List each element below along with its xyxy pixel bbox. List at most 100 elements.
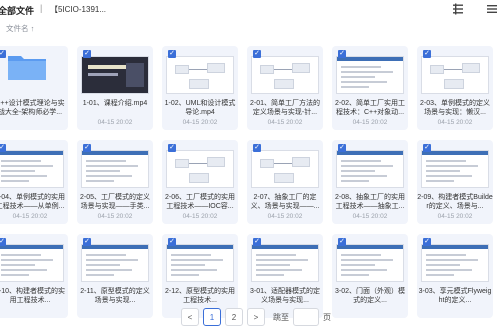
sort-arrow-icon: ↑ (30, 24, 35, 33)
grid-view-icon[interactable] (452, 3, 464, 15)
breadcrumb-root[interactable]: 全部文件 (0, 4, 34, 17)
jump-label: 跳至 (273, 312, 289, 322)
file-name[interactable]: 2-12、原型模式的实用工程技术... (162, 287, 238, 305)
video-thumbnail (336, 150, 404, 188)
file-card[interactable]: ✓ 2-06、工厂模式的实用工程技术——IOC容... 04-15 20:02 (162, 140, 238, 224)
file-card[interactable]: ✓ 3-02、门面（外观）模式的定义... (332, 234, 408, 318)
page-unit-label: 页 (323, 312, 331, 322)
file-card[interactable]: ✓ 2-08、抽象工厂的实用工程技术——抽象工... 04-15 20:02 (332, 140, 408, 224)
file-card[interactable]: ✓ 2-03、单例模式的定义场景与实现：懒汉... 04-15 20:02 (417, 46, 493, 130)
file-date: 04-15 20:02 (267, 119, 303, 126)
file-name[interactable]: 3-03、享元模式Flyweight的定义... (417, 287, 493, 305)
checkbox-icon[interactable]: ✓ (0, 50, 6, 58)
file-card[interactable]: ✓ 2-11、原型模式的定义场景与实现... (77, 234, 153, 318)
checkbox-icon[interactable]: ✓ (253, 50, 261, 58)
breadcrumb-separator: | (40, 3, 43, 13)
file-name[interactable]: 2-09、构建者模式Builder的定义、场景与... (417, 193, 493, 211)
file-name[interactable]: 2-06、工厂模式的实用工程技术——IOC容... (162, 193, 238, 211)
file-date: 04-15 20:02 (182, 119, 218, 126)
file-card[interactable]: ✓ 1-02、UML和设计模式导论.mp4 04-15 20:02 (162, 46, 238, 130)
checkbox-icon[interactable]: ✓ (253, 238, 261, 246)
file-name[interactable]: 1-01、课程介绍.mp4 (77, 99, 153, 117)
file-name[interactable]: 2-02、简单工厂实用工程技术：C++对象动... (332, 99, 408, 117)
file-date: 04-15 20:02 (352, 213, 388, 220)
prev-page-button[interactable]: < (181, 308, 199, 326)
file-name[interactable]: 2-01、简单工厂方法的定义场景与实现-针... (247, 99, 323, 117)
file-name[interactable]: 2-08、抽象工厂的实用工程技术——抽象工... (332, 193, 408, 211)
video-thumbnail (166, 244, 234, 282)
video-thumbnail (336, 244, 404, 282)
file-name[interactable]: 3-02、门面（外观）模式的定义... (332, 287, 408, 305)
checkbox-icon[interactable]: ✓ (423, 238, 431, 246)
video-thumbnail (421, 56, 489, 94)
file-card[interactable]: ✓ 2-04、单例模式的实用工程技术——从单例... 04-15 20:02 (0, 140, 68, 224)
file-name[interactable]: 3-01、适配器模式的定义场景与实现... (247, 287, 323, 305)
file-card[interactable]: ✓ 2-07、抽象工厂的定义、场景与实现——... 04-15 20:02 (247, 140, 323, 224)
file-date: 04-15 20:02 (97, 119, 133, 126)
file-card[interactable]: ✓ 2-10、构建者模式的实用工程技术... (0, 234, 68, 318)
file-name[interactable]: 1-02、UML和设计模式导论.mp4 (162, 99, 238, 117)
video-thumbnail (166, 56, 234, 94)
file-date: 04-15 20:02 (182, 213, 218, 220)
pagination: < 1 2 > 跳至 页 (181, 308, 331, 326)
page-button-2[interactable]: 2 (225, 308, 243, 326)
video-thumbnail (81, 56, 149, 94)
checkbox-icon[interactable]: ✓ (168, 50, 176, 58)
file-name[interactable]: 2-03、单例模式的定义场景与实现：懒汉... (417, 99, 493, 117)
checkbox-icon[interactable]: ✓ (338, 50, 346, 58)
checkbox-icon[interactable]: ✓ (253, 144, 261, 152)
checkbox-icon[interactable]: ✓ (423, 50, 431, 58)
video-thumbnail (251, 244, 319, 282)
checkbox-icon[interactable]: ✓ (168, 238, 176, 246)
file-card[interactable]: ✓ 1-01、课程介绍.mp4 04-15 20:02 (77, 46, 153, 130)
sort-label: 文件名 (6, 24, 29, 33)
checkbox-icon[interactable]: ✓ (0, 238, 6, 246)
checkbox-icon[interactable]: ✓ (338, 238, 346, 246)
more-icon[interactable] (486, 3, 498, 15)
checkbox-icon[interactable]: ✓ (83, 238, 91, 246)
file-card[interactable]: ✓ 2-09、构建者模式Builder的定义、场景与... 04-15 20:02 (417, 140, 493, 224)
video-thumbnail (166, 150, 234, 188)
checkbox-icon[interactable]: ✓ (0, 144, 6, 152)
video-thumbnail (251, 150, 319, 188)
file-card[interactable]: ✓ 2-01、简单工厂方法的定义场景与实现-针... 04-15 20:02 (247, 46, 323, 130)
video-thumbnail (421, 244, 489, 282)
file-date: 04-15 20:02 (97, 213, 133, 220)
checkbox-icon[interactable]: ✓ (168, 144, 176, 152)
folder-icon (8, 56, 46, 80)
file-date: 04-15 20:02 (12, 213, 48, 220)
sort-control[interactable]: 文件名 ↑ (6, 23, 34, 34)
checkbox-icon[interactable]: ✓ (338, 144, 346, 152)
video-thumbnail (336, 56, 404, 94)
file-date: 04-15 20:02 (437, 213, 473, 220)
checkbox-icon[interactable]: ✓ (83, 144, 91, 152)
file-card[interactable]: ✓ 3-01、适配器模式的定义场景与实现... (247, 234, 323, 318)
checkbox-icon[interactable]: ✓ (83, 50, 91, 58)
file-date: 04-15 20:02 (267, 213, 303, 220)
file-card[interactable]: ✓ 3-03、享元模式Flyweight的定义... (417, 234, 493, 318)
file-card[interactable]: ✓ C++设计模式理论与实战大全-架构师必学... (0, 46, 68, 130)
file-date: 04-15 20:02 (352, 119, 388, 126)
checkbox-icon[interactable]: ✓ (423, 144, 431, 152)
video-thumbnail (81, 150, 149, 188)
next-page-button[interactable]: > (247, 308, 265, 326)
breadcrumb-current[interactable]: 【5ICIO-1391... (50, 4, 106, 15)
file-name[interactable]: 2-04、单例模式的实用工程技术——从单例... (0, 193, 68, 211)
jump-page-input[interactable] (293, 308, 319, 326)
file-name[interactable]: 2-10、构建者模式的实用工程技术... (0, 287, 68, 305)
file-name[interactable]: C++设计模式理论与实战大全-架构师必学... (0, 99, 68, 117)
file-name[interactable]: 2-07、抽象工厂的定义、场景与实现——... (247, 193, 323, 211)
video-thumbnail (421, 150, 489, 188)
video-thumbnail (0, 150, 64, 188)
page-button-1[interactable]: 1 (203, 308, 221, 326)
video-thumbnail (0, 244, 64, 282)
video-thumbnail (81, 244, 149, 282)
file-card[interactable]: ✓ 2-05、工厂模式的定义场景与实现——手类... 04-15 20:02 (77, 140, 153, 224)
top-bar: 全部文件 | 【5ICIO-1391... (0, 0, 500, 20)
video-thumbnail (251, 56, 319, 94)
file-name[interactable]: 2-11、原型模式的定义场景与实现... (77, 287, 153, 305)
file-card[interactable]: ✓ 2-12、原型模式的实用工程技术... (162, 234, 238, 318)
file-card[interactable]: ✓ 2-02、简单工厂实用工程技术：C++对象动... 04-15 20:02 (332, 46, 408, 130)
file-name[interactable]: 2-05、工厂模式的定义场景与实现——手类... (77, 193, 153, 211)
file-date: 04-15 20:02 (437, 119, 473, 126)
